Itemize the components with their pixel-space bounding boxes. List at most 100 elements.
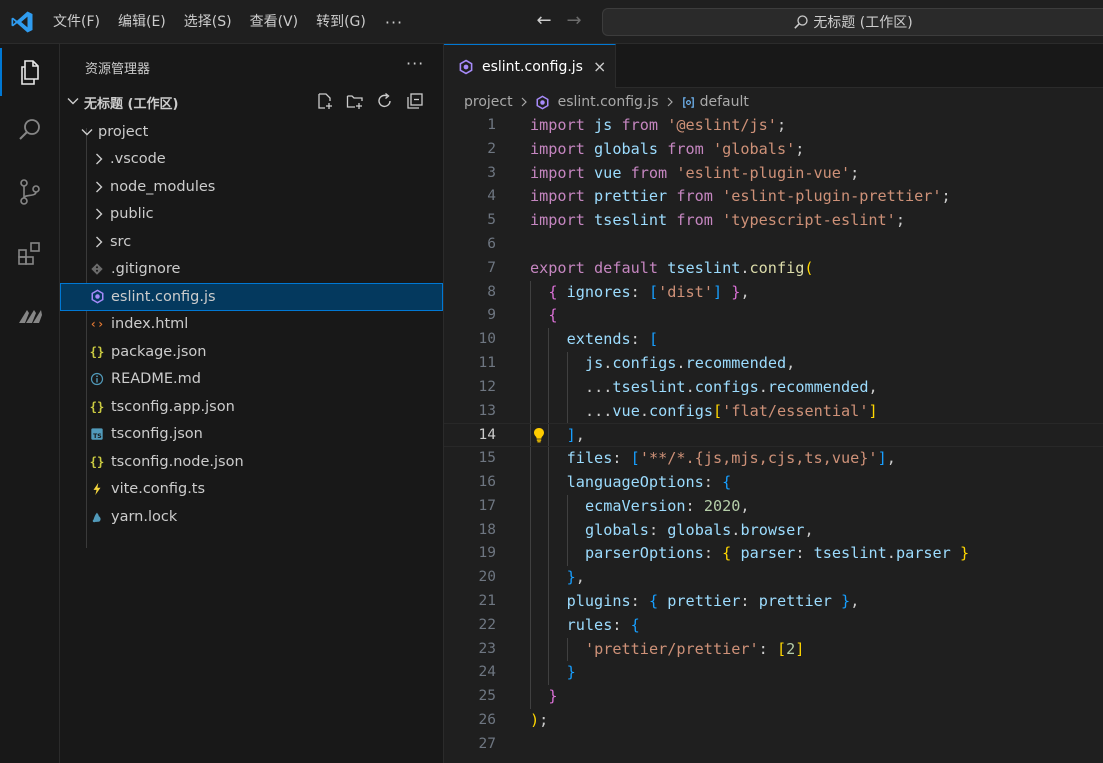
code-line[interactable]: 13 ...vue.configs['flat/essential'] [444,399,1103,424]
code-line[interactable]: 24 } [444,661,1103,686]
code-line[interactable]: 12 ...tseslint.configs.recommended, [444,375,1103,400]
code-line[interactable]: 3 import vue from 'eslint-plugin-vue'; [444,162,1103,186]
eslint-icon [459,59,473,74]
code-line[interactable]: 23 'prettier/prettier': [2] [444,637,1103,662]
new-folder-icon [346,95,363,109]
chevron-right-icon [96,181,103,193]
code-text: ...tseslint.configs.recommended, [584,377,878,396]
code-line[interactable]: 14 ], [444,423,1103,448]
workspace-section-header[interactable]: 无标题 (工作区) [60,90,444,114]
tree-item-vite-config[interactable]: vite.config.ts [60,476,443,504]
vscode-logo-icon[interactable] [10,10,34,34]
code-text: }, [566,568,585,587]
code-line[interactable]: 11 js.configs.recommended, [444,351,1103,376]
command-center-label: 无标题 (工作区) [813,15,913,31]
code-line[interactable]: 26); [444,709,1103,733]
tree-item-node-modules[interactable]: node_modules [60,173,443,201]
info-icon [89,371,105,387]
code-text: { ignores: ['dist'] }, [548,282,750,301]
code-text: parserOptions: { parser: tseslint.parser… [584,544,970,563]
code-text: globals: globals.browser, [584,520,814,539]
menu-file[interactable]: 文件(F) [44,8,109,36]
search-activity[interactable] [0,106,60,154]
new-folder-button[interactable] [344,90,366,112]
code-line[interactable]: 6 [444,233,1103,257]
code-line[interactable]: 7 export default tseslint.config( [444,257,1103,281]
lightbulb-icon[interactable] [530,426,548,444]
menu-more-button[interactable]: ··· [375,13,413,32]
chevron-right-icon [667,97,673,107]
code-line[interactable]: 25 } [444,685,1103,709]
code-line[interactable]: 17 ecmaVersion: 2020, [444,494,1103,519]
code-line[interactable]: 20 }, [444,566,1103,590]
json-icon: {} [89,399,105,414]
code-line[interactable]: 22 rules: { [444,613,1103,638]
tree-item-label: eslint.config.js [111,288,216,305]
tree-item-label: README.md [111,371,201,388]
tree-item-src[interactable]: src [60,228,443,256]
code-line[interactable]: 21 plugins: { prettier: prettier }, [444,589,1103,614]
tree-item-package-json[interactable]: {} package.json [60,338,443,366]
line-number: 9 [487,307,496,324]
line-number: 23 [478,640,496,657]
tree-item-vscode[interactable]: .vscode [60,146,443,174]
symbol-variable-icon [682,96,694,108]
code-line[interactable]: 8 { ignores: ['dist'] }, [444,280,1103,305]
html-icon: ‹› [89,317,105,332]
code-text: plugins: { prettier: prettier }, [566,591,860,610]
menu-go[interactable]: 转到(G) [307,8,375,36]
tree-item-tsconfig-node[interactable]: {} tsconfig.node.json [60,448,443,476]
code-editor[interactable]: 1 import js from '@eslint/js'; 2 import glo… [444,114,1103,757]
tree-item-label: .gitignore [111,261,181,278]
menu-view[interactable]: 查看(V) [241,8,308,36]
collapse-all-button[interactable] [404,90,426,112]
tree-item-tsconfig-app[interactable]: {} tsconfig.app.json [60,393,443,421]
new-file-button[interactable] [314,90,336,112]
refresh-button[interactable] [374,90,396,112]
breadcrumb-item-symbol[interactable]: default [700,94,749,110]
code-line[interactable]: 9 { [444,304,1103,329]
menu-bar: 文件(F) 编辑(E) 选择(S) 查看(V) 转到(G) ··· [44,0,413,44]
code-line[interactable]: 19 parserOptions: { parser: tseslint.par… [444,542,1103,567]
tree-item-gitignore[interactable]: .gitignore [60,256,443,284]
title-bar: 文件(F) 编辑(E) 选择(S) 查看(V) 转到(G) ··· ← → 无标… [0,0,1103,44]
tree-item-label: node_modules [110,178,216,195]
tree-item-eslint-config[interactable]: eslint.config.js [60,283,443,311]
tree-item-index-html[interactable]: ‹› index.html [60,311,443,339]
remote-activity[interactable] [0,290,60,338]
tab-eslint-config[interactable]: eslint.config.js × [444,44,616,88]
explorer-activity[interactable] [0,48,60,96]
tree-item-readme[interactable]: README.md [60,366,443,394]
tree-item-public[interactable]: public [60,201,443,229]
code-line[interactable]: 4 import prettier from 'eslint-plugin-pre… [444,185,1103,209]
nav-back-icon[interactable]: ← [534,10,554,32]
extensions-activity[interactable] [0,230,60,278]
tree-item-label: src [110,233,132,250]
breadcrumb-item-project[interactable]: project [464,94,513,110]
chevron-right-icon [96,208,103,220]
code-line[interactable]: 2 import globals from 'globals'; [444,138,1103,162]
code-line[interactable]: 16 languageOptions: { [444,470,1103,495]
source-control-activity[interactable] [0,168,60,216]
command-center[interactable]: 无标题 (工作区) [602,8,1103,36]
code-line[interactable]: 27 [444,733,1103,757]
code-line[interactable]: 1 import js from '@eslint/js'; [444,114,1103,138]
tree-item-project[interactable]: project [60,118,443,146]
activity-bar [0,44,60,763]
nav-forward-icon[interactable]: → [564,10,584,32]
code-line[interactable]: 18 globals: globals.browser, [444,518,1103,543]
code-line[interactable]: 10 extends: [ [444,328,1103,352]
breadcrumb-item-file[interactable]: eslint.config.js [558,94,659,110]
explorer-sidebar: 资源管理器 ··· 无标题 (工作区) project .vscode node… [60,44,444,763]
tab-close-icon[interactable]: × [593,57,606,76]
code-line[interactable]: 5 import tseslint from 'typescript-eslint… [444,209,1103,233]
sidebar-more-button[interactable]: ··· [406,54,424,73]
menu-selection[interactable]: 选择(S) [175,8,241,36]
code-text: ); [530,710,549,729]
code-line[interactable]: 15 files: ['**/*.{js,mjs,cjs,ts,vue}'], [444,447,1103,471]
tree-item-tsconfig[interactable]: TS tsconfig.json [60,421,443,449]
tree-item-yarn-lock[interactable]: yarn.lock [60,503,443,531]
code-text: { [548,306,558,325]
tree-item-label: tsconfig.node.json [111,453,244,470]
menu-edit[interactable]: 编辑(E) [109,8,175,36]
